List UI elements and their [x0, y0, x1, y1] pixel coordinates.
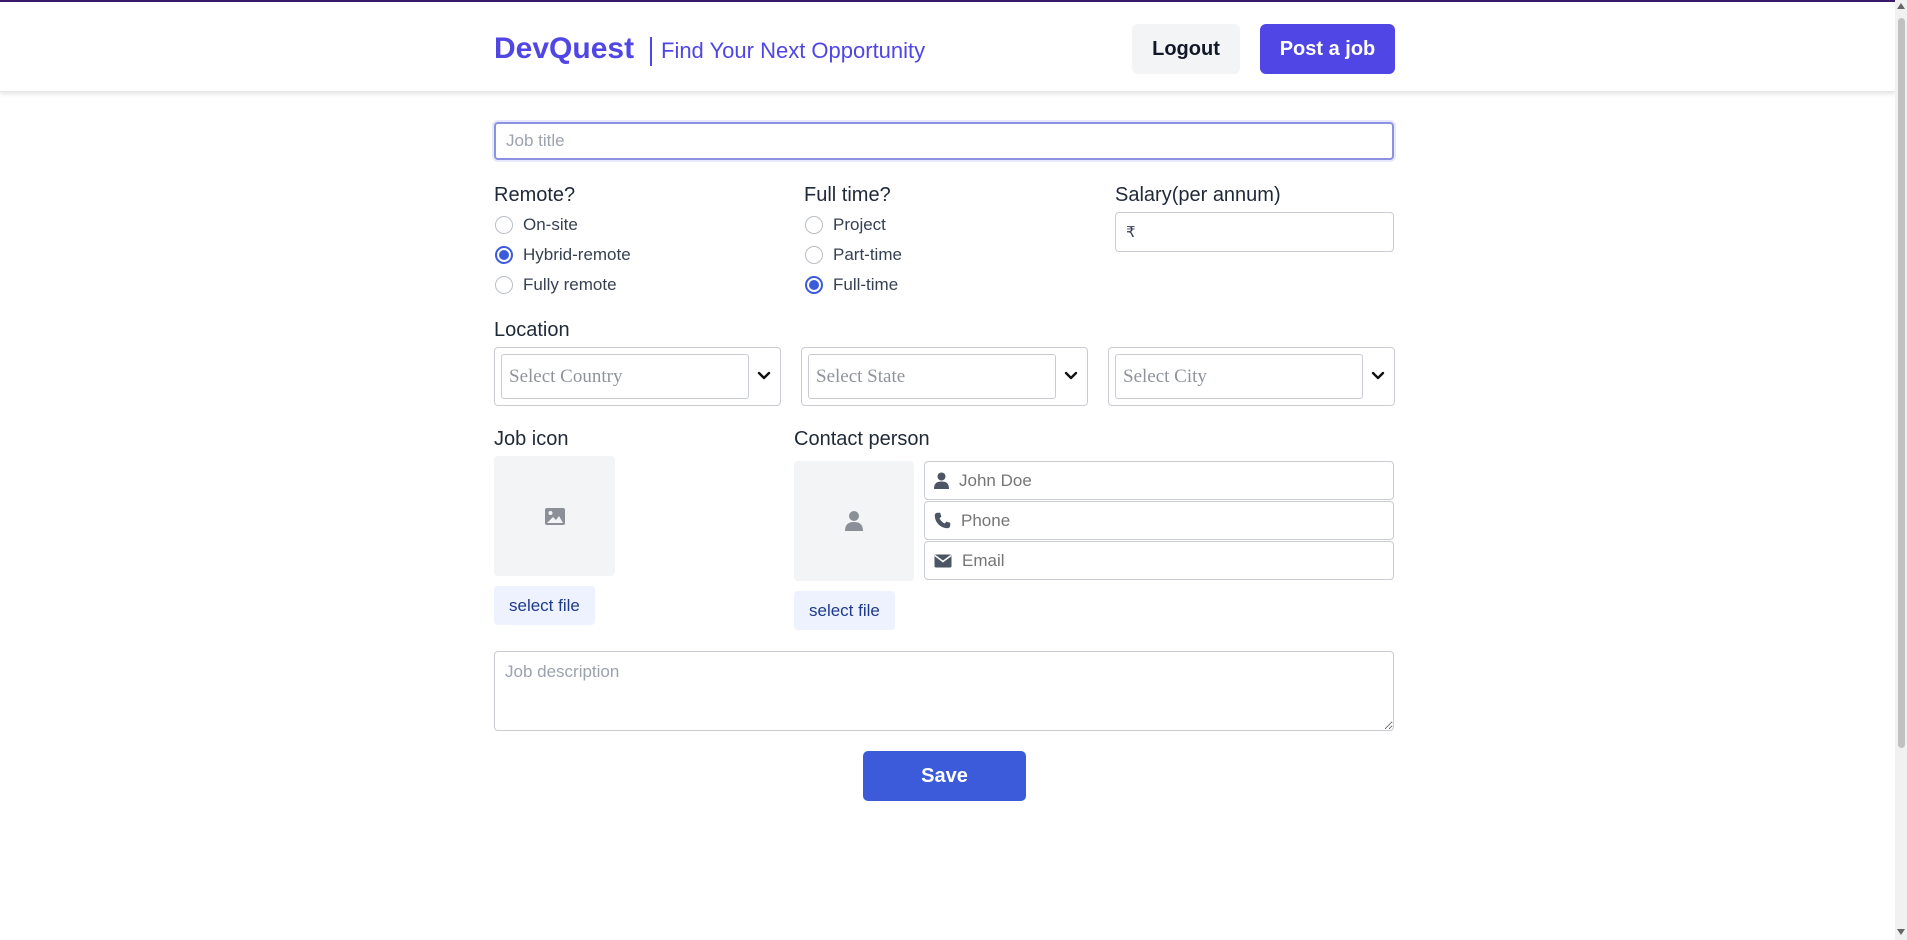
- user-icon: [934, 472, 949, 489]
- contact-select-file-button[interactable]: select file: [794, 591, 895, 630]
- chevron-down-icon[interactable]: [756, 368, 772, 384]
- radio-button[interactable]: [805, 246, 823, 264]
- state-select-input[interactable]: Select State: [808, 354, 1056, 399]
- contact-avatar-preview[interactable]: [794, 461, 914, 581]
- location-label: Location: [494, 319, 570, 341]
- salary-input[interactable]: [1141, 222, 1393, 242]
- header: DevQuest Find Your Next Opportunity Logo…: [0, 2, 1895, 92]
- radio-button-checked[interactable]: [495, 246, 513, 264]
- radio-button[interactable]: [495, 216, 513, 234]
- contact-phone-field[interactable]: [924, 501, 1394, 540]
- radio-full-time[interactable]: Full-time: [805, 273, 898, 297]
- image-icon: [544, 507, 565, 525]
- radio-on-site[interactable]: On-site: [495, 213, 578, 237]
- logout-button[interactable]: Logout: [1132, 24, 1240, 74]
- full-time-label: Full time?: [804, 184, 891, 206]
- radio-label: Project: [833, 215, 886, 234]
- radio-fully-remote[interactable]: Fully remote: [495, 273, 617, 297]
- radio-project[interactable]: Project: [805, 213, 886, 237]
- scroll-up-arrow-icon[interactable]: [1897, 3, 1905, 9]
- job-icon-select-file-button[interactable]: select file: [494, 586, 595, 625]
- radio-button[interactable]: [805, 216, 823, 234]
- country-select-input[interactable]: Select Country: [501, 354, 749, 399]
- scrollbar-thumb[interactable]: [1898, 18, 1905, 748]
- save-button[interactable]: Save: [863, 751, 1026, 801]
- country-select[interactable]: Select Country: [494, 347, 781, 406]
- brand-divider: [650, 37, 652, 66]
- radio-button[interactable]: [495, 276, 513, 294]
- contact-person-label: Contact person: [794, 428, 930, 450]
- contact-name-field[interactable]: [924, 461, 1394, 500]
- contact-name-input[interactable]: [957, 469, 1393, 492]
- radio-label: On-site: [523, 215, 578, 234]
- brand-logo[interactable]: DevQuest: [494, 32, 634, 66]
- city-select-input[interactable]: Select City: [1115, 354, 1363, 399]
- radio-label: Hybrid-remote: [523, 245, 631, 264]
- salary-field[interactable]: ₹: [1115, 212, 1394, 252]
- tagline: Find Your Next Opportunity: [661, 38, 926, 63]
- radio-hybrid-remote[interactable]: Hybrid-remote: [495, 243, 631, 267]
- remote-label: Remote?: [494, 184, 576, 206]
- city-select[interactable]: Select City: [1108, 347, 1395, 406]
- contact-email-field[interactable]: [924, 541, 1394, 580]
- contact-email-input[interactable]: [960, 549, 1393, 572]
- contact-phone-input[interactable]: [959, 509, 1393, 532]
- radio-label: Fully remote: [523, 275, 617, 294]
- user-icon: [845, 511, 863, 531]
- salary-label: Salary(per annum): [1115, 184, 1281, 206]
- scroll-down-arrow-icon[interactable]: [1897, 929, 1905, 935]
- post-job-button[interactable]: Post a job: [1260, 24, 1395, 74]
- rupee-icon: ₹: [1126, 224, 1136, 241]
- job-title-input[interactable]: [494, 122, 1394, 160]
- chevron-down-icon[interactable]: [1063, 368, 1079, 384]
- envelope-icon: [934, 554, 952, 567]
- job-icon-label: Job icon: [494, 428, 569, 450]
- radio-label: Full-time: [833, 275, 899, 294]
- radio-label: Part-time: [833, 245, 902, 264]
- radio-part-time[interactable]: Part-time: [805, 243, 902, 267]
- chevron-down-icon[interactable]: [1370, 368, 1386, 384]
- job-description-textarea[interactable]: [494, 651, 1394, 731]
- phone-icon: [934, 512, 951, 529]
- state-select[interactable]: Select State: [801, 347, 1088, 406]
- radio-button-checked[interactable]: [805, 276, 823, 294]
- job-icon-preview[interactable]: [494, 456, 615, 576]
